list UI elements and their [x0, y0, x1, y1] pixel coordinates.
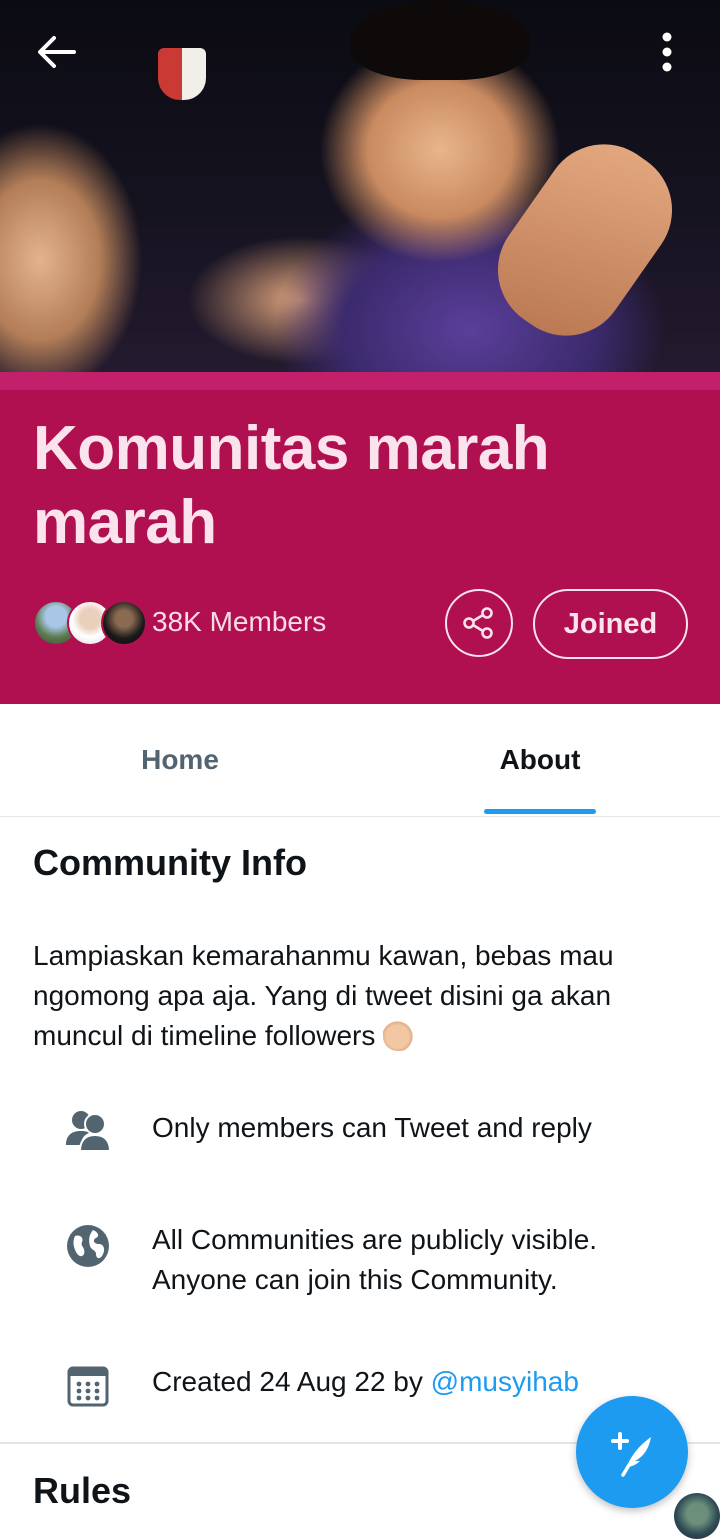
- banner-emblem: [158, 48, 206, 100]
- compose-tweet-button[interactable]: [576, 1396, 688, 1508]
- banner-divider-band: [0, 372, 720, 390]
- arrow-left-icon: [38, 36, 76, 68]
- calendar-icon: [64, 1362, 112, 1410]
- member-count[interactable]: 38K Members: [152, 606, 326, 638]
- community-info-heading: Community Info: [33, 842, 307, 883]
- share-button[interactable]: [445, 589, 513, 657]
- community-banner-image: [0, 0, 720, 372]
- community-header: Komunitas marah marah 38K Members Joined: [0, 390, 720, 704]
- tab-about[interactable]: About: [360, 704, 720, 816]
- active-tab-indicator: [484, 809, 596, 814]
- globe-icon: [64, 1222, 112, 1270]
- vertical-ellipsis-icon: [662, 32, 672, 72]
- hand-pointing-down-emoji-icon: [383, 1019, 416, 1051]
- avatar: [101, 600, 147, 646]
- community-tabs: Home About: [0, 704, 720, 817]
- banner-arm: [474, 120, 696, 360]
- rules-heading: Rules: [33, 1470, 132, 1511]
- info-text: Created 24 Aug 22 by @musyihab: [152, 1362, 672, 1402]
- banner-figure: [350, 0, 530, 80]
- created-text: Created 24 Aug 22 by: [152, 1366, 431, 1397]
- avatar[interactable]: [674, 1493, 720, 1539]
- share-icon: [463, 607, 493, 639]
- joined-button[interactable]: Joined: [533, 589, 688, 659]
- community-title: Komunitas marah marah: [33, 414, 550, 557]
- back-button[interactable]: [30, 28, 82, 76]
- more-options-button[interactable]: [645, 26, 689, 78]
- member-avatars[interactable]: [33, 600, 147, 646]
- community-description: Lampiaskan kemarahanmu kawan, bebas mau …: [33, 936, 683, 1056]
- creator-link[interactable]: @musyihab: [431, 1366, 579, 1397]
- info-text: All Communities are publicly visible. An…: [152, 1224, 598, 1295]
- info-text: Only members can Tweet and reply: [152, 1112, 592, 1143]
- tab-home[interactable]: Home: [0, 704, 360, 816]
- compose-tweet-icon: [611, 1432, 651, 1477]
- people-icon: [64, 1106, 112, 1154]
- description-text: Lampiaskan kemarahanmu kawan, bebas mau …: [33, 940, 614, 1051]
